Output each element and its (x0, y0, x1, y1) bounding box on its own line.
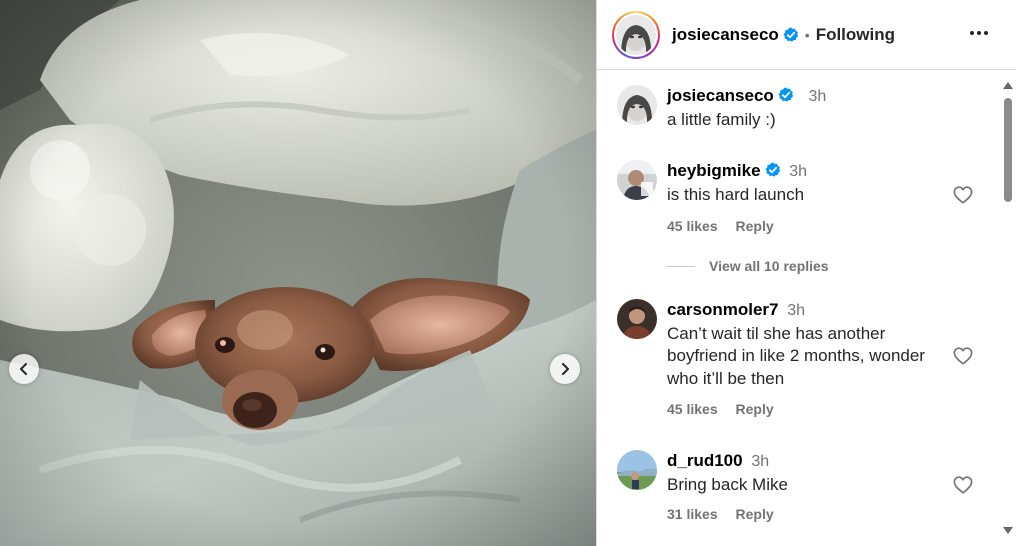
comment-time[interactable]: 3h (751, 453, 769, 470)
verified-badge-icon (765, 162, 780, 177)
comment-likes[interactable]: 45 likes (667, 218, 718, 234)
reply-button[interactable]: Reply (736, 401, 774, 417)
caption-time[interactable]: 3h (809, 88, 827, 105)
comments-scrollbar[interactable] (1000, 70, 1016, 546)
comment-meta: 45 likes Reply (667, 218, 788, 234)
author-username[interactable]: josiecanseco (672, 25, 779, 45)
verified-badge-icon (783, 27, 798, 42)
comment-time[interactable]: 3h (787, 302, 805, 319)
comment-avatar[interactable] (617, 450, 657, 490)
comment-likes[interactable]: 31 likes (667, 506, 718, 522)
caption-username[interactable]: josiecanseco (667, 86, 774, 105)
comment-text: Can’t wait til she has another boyfriend… (667, 323, 925, 388)
scroll-down-arrow-icon[interactable] (1003, 527, 1013, 534)
caption-text: a little family :) (667, 109, 776, 129)
comment-time[interactable]: 3h (789, 163, 807, 180)
chevron-left-icon (20, 363, 27, 375)
caption-avatar[interactable] (617, 85, 657, 125)
comment-username[interactable]: carsonmoler7 (667, 300, 779, 319)
post-side-panel: josiecanseco • Following josiecanseco 3h… (596, 0, 1016, 546)
more-options-icon[interactable] (968, 22, 990, 44)
heart-icon[interactable] (953, 186, 973, 204)
view-replies-label[interactable]: View all 10 replies (709, 258, 829, 274)
comments-list[interactable]: josiecanseco 3h a little family :) heybi… (597, 70, 1001, 546)
previous-media-button[interactable] (9, 354, 39, 384)
scrollbar-thumb[interactable] (1004, 98, 1012, 202)
comment-text: Bring back Mike (667, 474, 788, 494)
comment-username[interactable]: d_rud100 (667, 451, 743, 470)
reply-button[interactable]: Reply (736, 218, 774, 234)
verified-badge-icon (778, 87, 793, 102)
post-header: josiecanseco • Following (597, 0, 1016, 70)
replies-divider-line (667, 265, 695, 267)
post-photo (0, 0, 596, 546)
comment-avatar[interactable] (617, 299, 657, 339)
comment-meta: 31 likes Reply (667, 506, 788, 522)
comment-username[interactable]: heybigmike (667, 161, 761, 180)
reply-button[interactable]: Reply (736, 506, 774, 522)
view-replies-button[interactable]: View all 10 replies (667, 258, 829, 274)
comment-item: d_rud100 3h Bring back Mike 31 likes Rep… (617, 450, 987, 530)
next-media-button[interactable] (550, 354, 580, 384)
heart-icon[interactable] (953, 347, 973, 365)
comment-meta: 45 likes Reply (667, 401, 788, 417)
comment-likes[interactable]: 45 likes (667, 401, 718, 417)
header-separator: • (804, 26, 810, 43)
heart-icon[interactable] (953, 476, 973, 494)
comment-item: heybigmike 3h is this hard launch 45 lik… (617, 160, 987, 240)
chevron-right-icon (562, 363, 569, 375)
author-avatar (616, 14, 656, 55)
scroll-up-arrow-icon[interactable] (1003, 82, 1013, 89)
comment-item: carsonmoler7 3h Can’t wait til she has a… (617, 299, 987, 419)
post-media (0, 0, 596, 546)
comment-avatar[interactable] (617, 160, 657, 200)
author-story-ring[interactable] (612, 10, 660, 59)
comment-text: is this hard launch (667, 184, 805, 204)
following-button[interactable]: Following (816, 25, 895, 45)
